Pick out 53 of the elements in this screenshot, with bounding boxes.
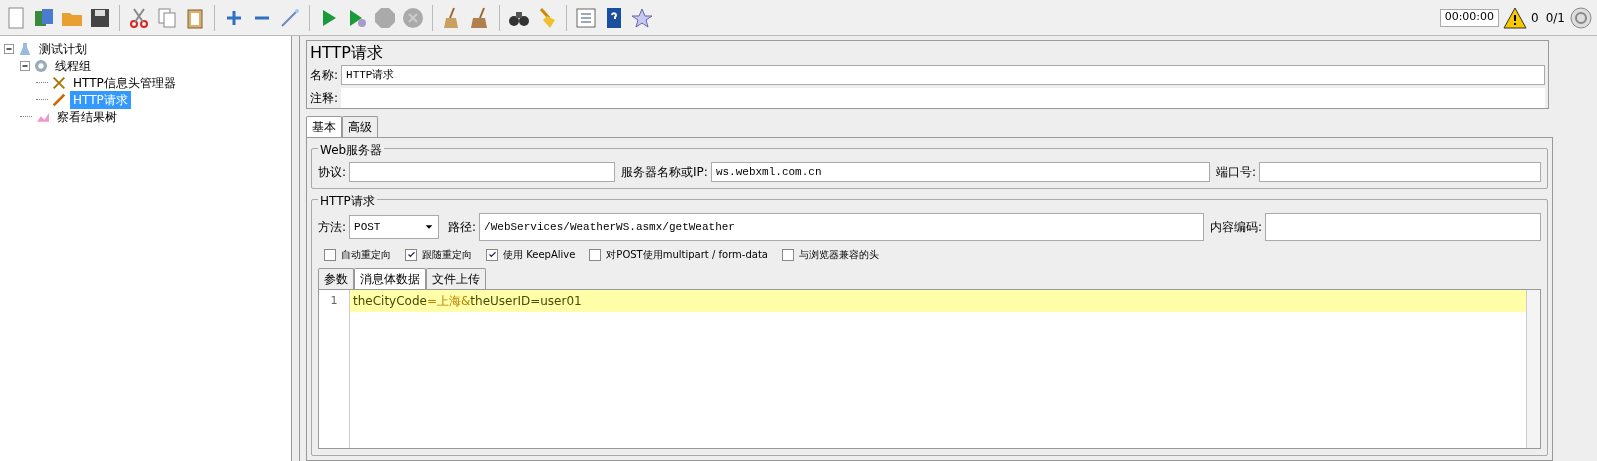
checkbox-label: 与浏览器兼容的头 (798, 248, 879, 262)
warning-count: 0 (1531, 9, 1539, 27)
copy-icon[interactable] (155, 5, 179, 30)
code-editor[interactable]: 1 theCityCode=上海&theUserID=user01 (318, 289, 1541, 449)
tab[interactable]: 高级 (342, 116, 378, 137)
checkbox-label: 对POST使用multipart / form-data (606, 248, 768, 262)
stop-icon[interactable] (373, 5, 397, 30)
path-field[interactable]: /WebServices/WeatherWS.asmx/getWeather (479, 213, 1204, 241)
checkbox-label: 使用 KeepAlive (503, 248, 576, 262)
line-number: 1 (329, 293, 339, 309)
server-field[interactable]: ws.webxml.com.cn (710, 162, 1210, 182)
group-title: Web服务器 (318, 141, 385, 159)
warning-icon[interactable] (1503, 5, 1528, 30)
protocol-field[interactable] (349, 162, 616, 182)
checkbox[interactable] (324, 248, 336, 261)
field-label: 路径: (448, 219, 477, 236)
tree-item[interactable]: 线程组 (52, 56, 94, 75)
checkbox[interactable] (589, 248, 602, 261)
field-label: 内容编码: (1209, 219, 1262, 236)
close-icon[interactable] (401, 5, 425, 30)
checkbox[interactable] (781, 248, 794, 261)
tab[interactable]: 文件上传 (426, 268, 486, 289)
tab[interactable]: 消息体数据 (354, 268, 426, 289)
field-label: 协议: (318, 164, 347, 181)
scrollbar[interactable] (1526, 290, 1540, 448)
thread-count: 0/1 (1545, 9, 1565, 27)
port-field[interactable] (1259, 162, 1541, 182)
tree-item[interactable]: HTTP信息头管理器 (70, 73, 179, 92)
field-label: 服务器名称或IP: (621, 164, 708, 181)
tree-item[interactable]: 测试计划 (36, 39, 90, 58)
name-field[interactable]: HTTP请求 (341, 65, 1545, 85)
checkbox-label: 跟随重定向 (422, 248, 472, 262)
checkbox-label: 自动重定向 (341, 248, 391, 262)
encoding-field[interactable] (1265, 213, 1541, 241)
comment-field[interactable] (341, 88, 1545, 108)
check-icon (487, 250, 497, 259)
panel-title: HTTP请求 (309, 42, 384, 64)
method-dropdown[interactable]: POST (349, 215, 440, 239)
checkbox[interactable] (405, 248, 417, 261)
field-label: 注释: (310, 90, 339, 107)
group-title: HTTP请求 (318, 192, 377, 210)
timer-field: 00:00:00 (1439, 8, 1500, 27)
check-icon (406, 250, 416, 259)
collapse-icon[interactable] (20, 60, 30, 71)
field-label: 名称: (310, 67, 339, 84)
tree-item[interactable]: 察看结果树 (54, 107, 120, 126)
dropdown-value: POST (354, 219, 381, 235)
checkbox[interactable] (486, 248, 498, 261)
field-label: 端口号: (1215, 164, 1256, 181)
tab[interactable]: 参数 (318, 268, 354, 289)
tab[interactable]: 基本 (306, 116, 342, 137)
collapse-icon[interactable] (4, 43, 14, 54)
field-label: 方法: (318, 219, 347, 236)
